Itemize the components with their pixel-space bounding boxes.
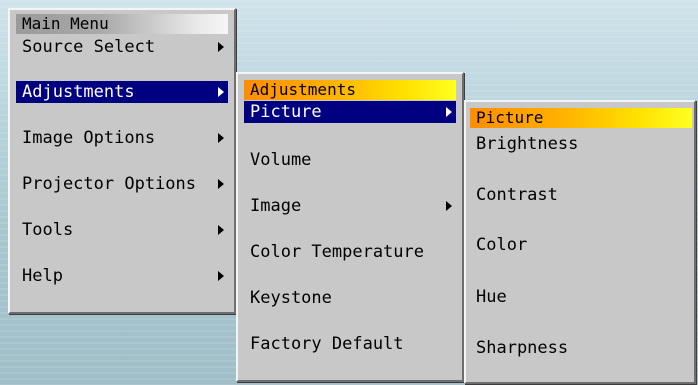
submenu-arrow-icon — [218, 42, 224, 52]
menu-item-brightness[interactable]: Brightness — [470, 133, 692, 155]
menu-item-label: Image — [250, 196, 302, 216]
menu-item-help[interactable]: Help — [16, 265, 228, 287]
menu-item-label: Factory Default — [250, 334, 404, 354]
menu-item-tools[interactable]: Tools — [16, 219, 228, 241]
menu-item-label: Image Options — [22, 128, 156, 148]
main-menu-panel: Main Menu Source Select Adjustments Imag… — [8, 8, 236, 314]
menu-item-hue[interactable]: Hue — [470, 286, 692, 308]
main-menu-title: Main Menu — [16, 14, 228, 34]
menu-item-sharpness[interactable]: Sharpness — [470, 337, 692, 359]
menu-item-keystone[interactable]: Keystone — [244, 287, 456, 309]
submenu-arrow-icon — [446, 201, 452, 211]
menu-item-label: Color Temperature — [250, 242, 424, 262]
menu-item-color-temperature[interactable]: Color Temperature — [244, 241, 456, 263]
menu-item-label: Color — [476, 235, 528, 255]
menu-item-label: Contrast — [476, 185, 558, 205]
submenu-arrow-icon — [218, 87, 224, 97]
menu-item-color[interactable]: Color — [470, 234, 692, 256]
submenu-arrow-icon — [218, 133, 224, 143]
menu-item-label: Tools — [22, 220, 74, 240]
menu-item-label: Keystone — [250, 288, 332, 308]
menu-item-image[interactable]: Image — [244, 195, 456, 217]
picture-menu-title: Picture — [470, 108, 692, 128]
menu-item-picture[interactable]: Picture — [244, 101, 456, 123]
menu-item-projector-options[interactable]: Projector Options — [16, 173, 228, 195]
menu-item-volume[interactable]: Volume — [244, 149, 456, 171]
picture-menu-panel: Picture Brightness Contrast Color Hue Sh… — [464, 100, 696, 384]
adjustments-menu-title: Adjustments — [244, 80, 456, 100]
menu-item-label: Volume — [250, 150, 312, 170]
menu-item-image-options[interactable]: Image Options — [16, 127, 228, 149]
menu-item-factory-default[interactable]: Factory Default — [244, 333, 456, 355]
menu-item-contrast[interactable]: Contrast — [470, 184, 692, 206]
menu-item-label: Hue — [476, 287, 507, 307]
menu-item-label: Sharpness — [476, 338, 569, 358]
menu-item-label: Adjustments — [22, 82, 135, 102]
menu-item-label: Brightness — [476, 134, 579, 154]
submenu-arrow-icon — [446, 107, 452, 117]
submenu-arrow-icon — [218, 271, 224, 281]
menu-item-label: Picture — [250, 102, 322, 122]
menu-item-label: Help — [22, 266, 63, 286]
menu-item-label: Source Select — [22, 37, 156, 57]
menu-item-source-select[interactable]: Source Select — [16, 36, 228, 58]
submenu-arrow-icon — [218, 179, 224, 189]
menu-item-adjustments[interactable]: Adjustments — [16, 81, 228, 103]
submenu-arrow-icon — [218, 225, 224, 235]
menu-item-label: Projector Options — [22, 174, 196, 194]
adjustments-menu-panel: Adjustments Picture Volume Image Color T… — [236, 72, 464, 382]
